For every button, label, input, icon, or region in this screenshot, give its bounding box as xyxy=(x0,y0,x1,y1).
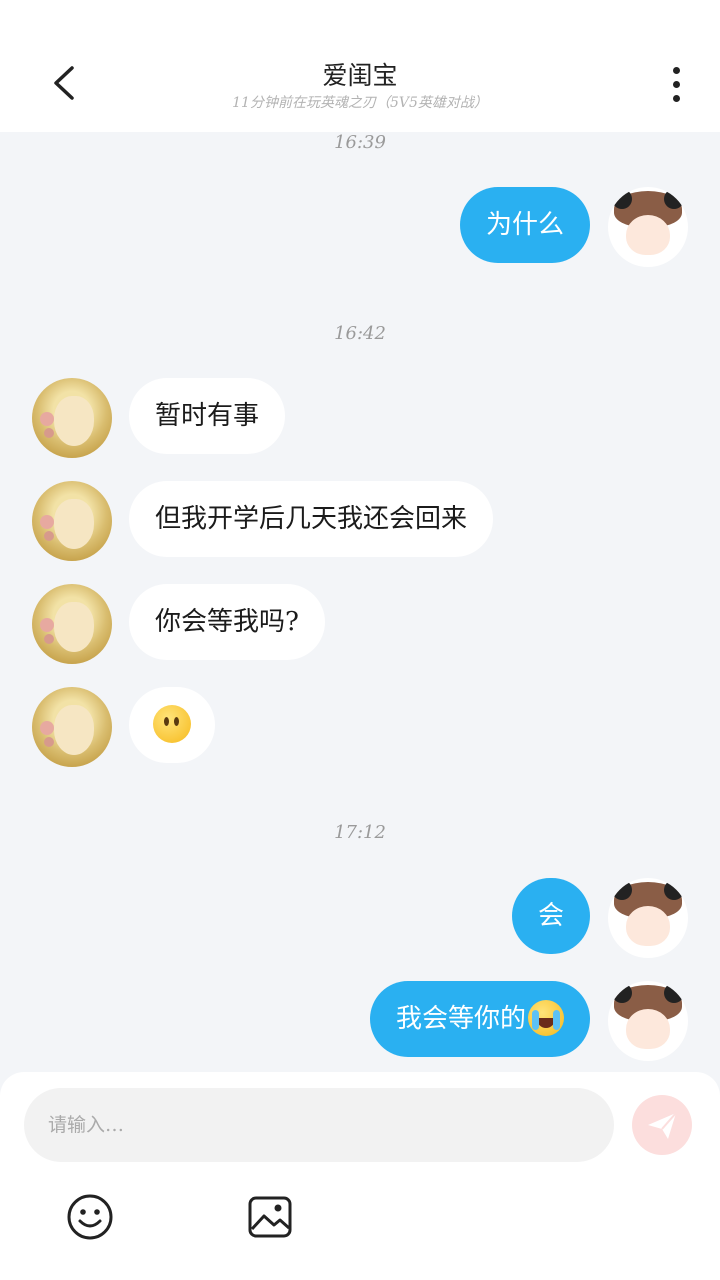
message-bubble-incoming[interactable]: 你会等我吗? xyxy=(129,584,325,660)
my-avatar[interactable] xyxy=(608,981,688,1061)
contact-avatar[interactable] xyxy=(32,687,112,767)
timestamp: 17:12 xyxy=(334,822,386,843)
image-icon[interactable] xyxy=(245,1192,295,1242)
message-bubble-outgoing[interactable]: 我会等你的 xyxy=(369,981,590,1057)
crying-face-emoji xyxy=(528,1000,564,1036)
send-button[interactable] xyxy=(632,1095,692,1155)
contact-avatar[interactable] xyxy=(32,584,112,664)
smiley-icon[interactable] xyxy=(65,1192,115,1242)
composer-panel xyxy=(0,1072,720,1280)
message-text: 我会等你的 xyxy=(395,1004,526,1034)
chat-status: 11分钟前在玩英魂之刃（5V5英雄对战） xyxy=(232,95,488,111)
my-avatar[interactable] xyxy=(608,187,688,267)
more-options-icon[interactable] xyxy=(664,64,688,104)
chat-header: 爱闺宝 11分钟前在玩英魂之刃（5V5英雄对战） xyxy=(0,0,720,132)
message-bubble-incoming[interactable]: 暂时有事 xyxy=(129,378,286,454)
contact-avatar[interactable] xyxy=(32,481,112,561)
my-avatar[interactable] xyxy=(608,878,688,958)
chat-title: 爱闺宝 xyxy=(322,61,398,90)
timestamp: 16:42 xyxy=(334,323,386,344)
neutral-face-emoji xyxy=(153,705,191,743)
message-input[interactable] xyxy=(24,1088,614,1162)
send-icon xyxy=(648,1112,677,1139)
timestamp: 16:39 xyxy=(334,132,386,153)
message-bubble-outgoing[interactable]: 为什么 xyxy=(459,187,590,263)
message-bubble-outgoing[interactable]: 会 xyxy=(511,878,590,954)
message-bubble-incoming[interactable] xyxy=(129,687,215,763)
message-bubble-incoming[interactable]: 但我开学后几天我还会回来 xyxy=(129,481,494,557)
contact-avatar[interactable] xyxy=(32,378,112,458)
